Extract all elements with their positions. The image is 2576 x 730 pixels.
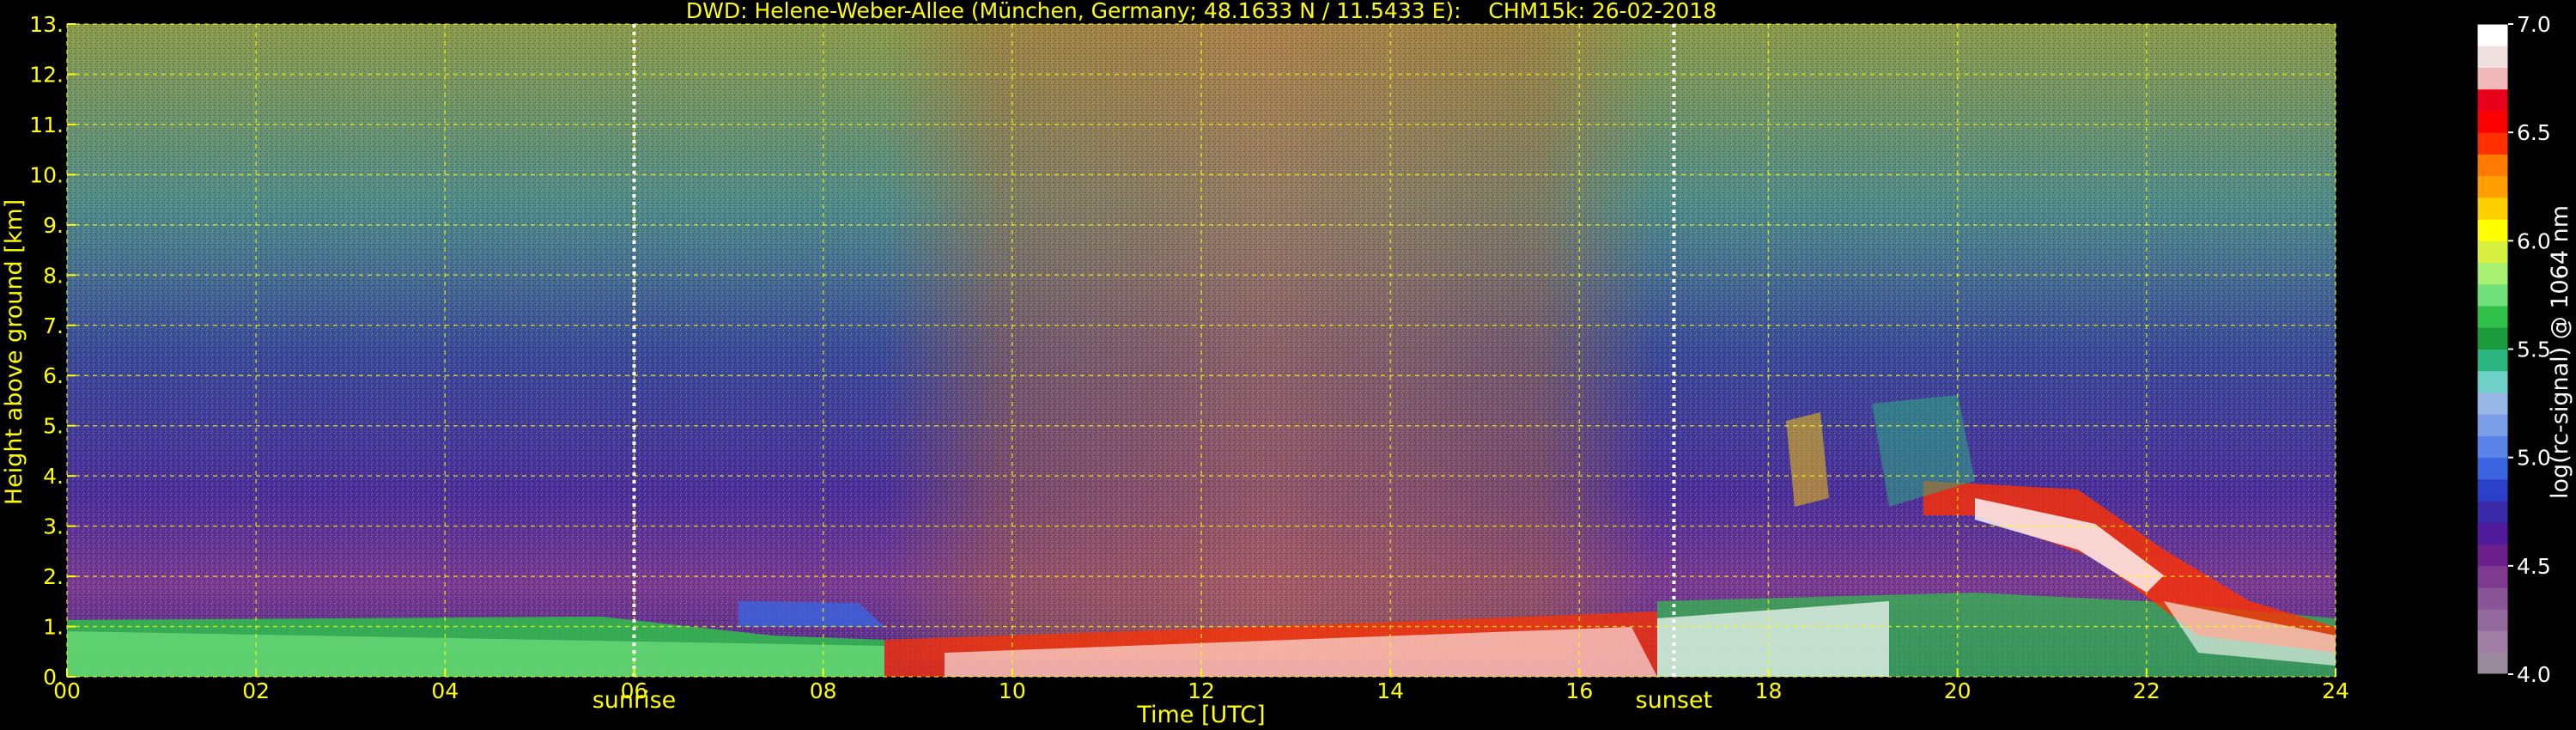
y-tick-label: 4.	[43, 464, 64, 489]
x-tick-label: 16	[1565, 678, 1593, 703]
y-tick-label: 10.	[29, 162, 64, 187]
y-tick-label: 11.	[29, 113, 64, 137]
lidar-ceilometer-figure: sunrise sunset 00 02 04 06 08 10 12 14 16 18 20 22 24…	[1, 0, 2573, 728]
y-tick-label: 12.	[29, 62, 64, 87]
x-tick-label: 08	[810, 678, 837, 703]
colorbar-swatch	[2477, 175, 2508, 198]
colorbar-swatch	[2477, 262, 2508, 285]
x-tick-label: 24	[2322, 678, 2349, 703]
colorbar-tick-label: 7.0	[2517, 12, 2551, 37]
x-tick-label: 22	[2133, 678, 2160, 703]
x-tick-label: 06	[621, 678, 648, 703]
colorbar-swatch	[2477, 414, 2508, 436]
colorbar-swatch	[2477, 24, 2508, 46]
colorbar-swatch	[2477, 46, 2508, 68]
x-tick-label: 20	[1944, 678, 1971, 703]
colorbar-swatch	[2477, 132, 2508, 155]
y-tick-label: 7.	[43, 313, 64, 338]
sunset-label: sunset	[1636, 687, 1713, 714]
colorbar-swatch	[2477, 306, 2508, 328]
colorbar-tick-label: 5.5	[2517, 338, 2551, 362]
colorbar-swatch	[2477, 565, 2508, 588]
colorbar-swatch	[2477, 240, 2508, 264]
colorbar-swatch	[2477, 67, 2508, 90]
colorbar-swatch	[2477, 522, 2508, 545]
colorbar-swatch	[2477, 457, 2508, 480]
x-tick-label: 02	[242, 678, 270, 703]
x-tick-label: 14	[1376, 678, 1404, 703]
colorbar-swatch	[2477, 370, 2508, 393]
y-tick-label: 2.	[43, 564, 64, 589]
x-tick-label: 12	[1188, 678, 1215, 703]
colorbar-swatch	[2477, 88, 2508, 112]
colorbar-tick-label: 6.0	[2517, 228, 2551, 253]
colorbar-tick-label: 4.5	[2517, 554, 2551, 579]
y-tick-label: 8.	[43, 263, 64, 288]
colorbar-swatch	[2477, 630, 2508, 654]
colorbar-label: log(rc-signal) @ 1064 nm	[2547, 205, 2573, 499]
colorbar-tick-label: 6.5	[2517, 120, 2551, 145]
chart-title: DWD: Helene-Weber-Allee (München, German…	[686, 0, 1716, 23]
colorbar-swatch	[2477, 219, 2508, 241]
y-tick-label: 0.	[43, 665, 64, 690]
colorbar-swatch	[2477, 197, 2508, 220]
colorbar-swatch	[2477, 349, 2508, 372]
y-tick-label: 6.	[43, 363, 64, 388]
colorbar-tick-label: 5.0	[2517, 446, 2551, 471]
colorbar-swatch	[2477, 587, 2508, 610]
colorbar-swatch	[2477, 544, 2508, 567]
colorbar-swatch	[2477, 501, 2508, 523]
colorbar-tick-label: 4.0	[2517, 662, 2551, 687]
y-tick-label: 13.	[29, 12, 64, 37]
y-tick-label: 5.	[43, 414, 64, 439]
y-tick-label: 1.	[43, 615, 64, 640]
colorbar-swatch	[2477, 392, 2508, 415]
y-tick-label: 3.	[43, 514, 64, 539]
colorbar-swatch	[2477, 110, 2508, 133]
colorbar-swatch	[2477, 609, 2508, 632]
x-tick-label: 18	[1755, 678, 1783, 703]
colorbar-swatch	[2477, 652, 2508, 675]
y-axis-label: Height above ground [km]	[1, 199, 27, 505]
colorbar: 4.0 4.5 5.0 5.5 6.0 6.5 7.0	[2476, 12, 2551, 687]
colorbar-swatch	[2477, 327, 2508, 350]
colorbar-swatch	[2477, 154, 2508, 177]
x-tick-label: 10	[999, 678, 1026, 703]
x-axis-label: Time [UTC]	[1136, 702, 1265, 728]
colorbar-swatch	[2477, 435, 2508, 459]
x-tick-label: 04	[431, 678, 459, 703]
colorbar-swatch	[2477, 478, 2508, 502]
colorbar-swatch	[2477, 283, 2508, 307]
y-tick-label: 9.	[43, 213, 64, 238]
